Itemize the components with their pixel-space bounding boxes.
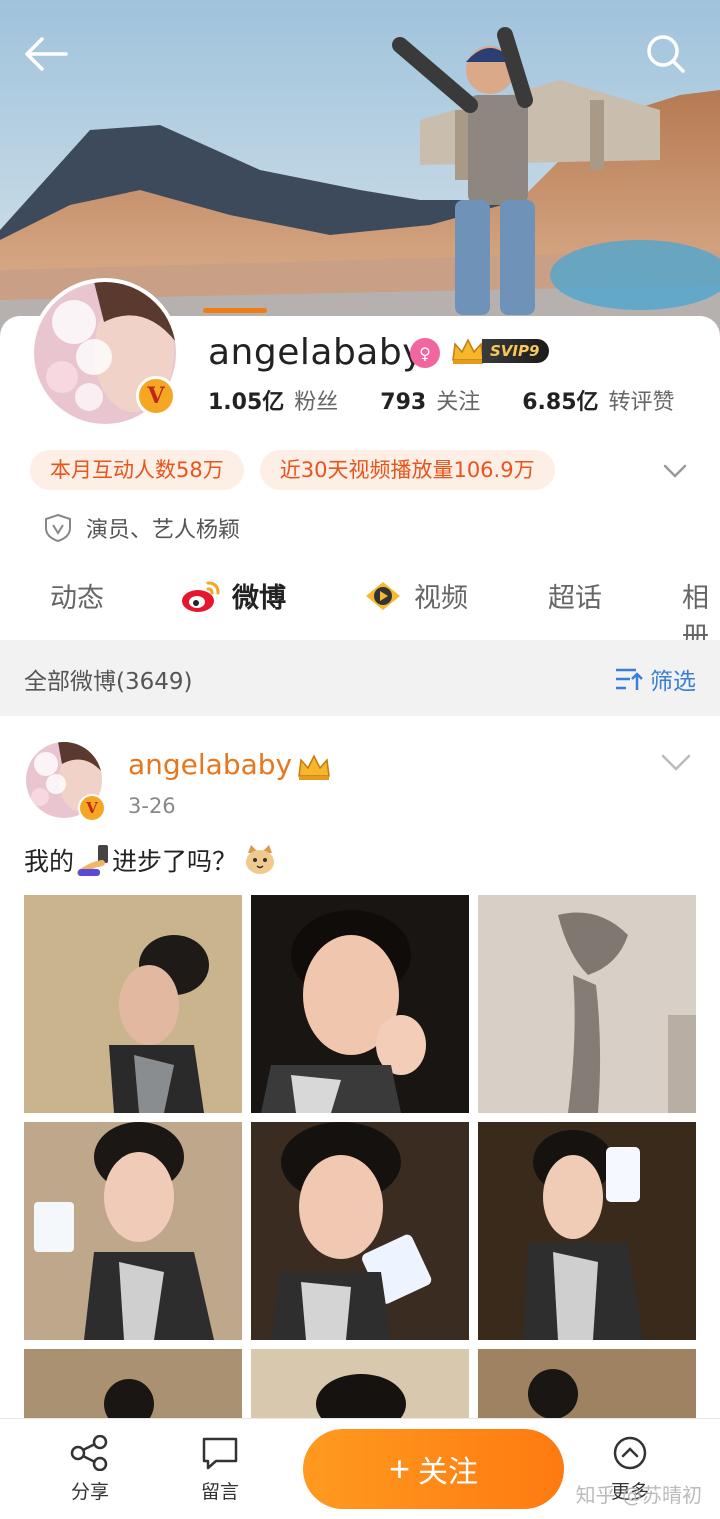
filter-label: 筛选 xyxy=(650,669,696,695)
weibo-logo-icon xyxy=(182,581,220,612)
post-text: 我的 进步了吗？ xyxy=(24,842,279,878)
crown-icon xyxy=(452,338,484,364)
chevron-up-circle-icon xyxy=(613,1436,647,1470)
svip-badge[interactable]: SVIP9 xyxy=(450,336,550,366)
tab-label: 动态 xyxy=(50,583,104,614)
profile-chips: 本月互动人数58万 近30天视频播放量106.9万 xyxy=(30,450,571,490)
plus-icon: + xyxy=(388,1448,411,1489)
post-photo[interactable] xyxy=(251,1349,469,1419)
weibo-count: 全部微博(3649) xyxy=(24,669,193,695)
chevron-down-icon xyxy=(663,464,687,478)
verification-info[interactable]: 演员、艺人杨颖 xyxy=(44,512,240,544)
tab-label: 视频 xyxy=(414,583,468,614)
post-options-button[interactable] xyxy=(660,752,692,778)
post-photo[interactable] xyxy=(478,1349,696,1419)
post-photo[interactable] xyxy=(24,895,242,1113)
post-photo[interactable] xyxy=(251,1122,469,1340)
tab-label: 超话 xyxy=(548,583,602,614)
watermark: 知乎 @苏晴初 xyxy=(575,1483,702,1507)
search-button[interactable] xyxy=(642,30,690,78)
share-icon xyxy=(70,1435,108,1471)
profile-tabs: 动态 微博 视频 超话 相册 xyxy=(0,568,720,653)
tab-label: 微博 xyxy=(232,583,286,614)
active-tab-indicator xyxy=(203,308,267,313)
stat-following[interactable]: 793 关注 xyxy=(380,384,480,416)
comment-button[interactable]: 留言 xyxy=(180,1435,260,1504)
stat-value: 793 xyxy=(380,390,427,415)
female-icon: ♀ xyxy=(410,338,440,368)
verified-badge: V xyxy=(136,376,176,416)
verification-text: 演员、艺人杨颖 xyxy=(86,518,241,543)
post-author-name[interactable]: angelababy xyxy=(128,748,292,781)
post-time: 3-26 xyxy=(128,794,176,818)
filter-bar: 全部微博(3649) 筛选 xyxy=(0,640,720,716)
arrow-left-icon xyxy=(25,37,68,71)
post-photo[interactable] xyxy=(478,895,696,1113)
post-photo[interactable] xyxy=(251,895,469,1113)
tab-weibo[interactable]: 微博 xyxy=(180,576,286,615)
profile-stats: 1.05亿 粉丝 793 关注 6.85亿 转评赞 xyxy=(208,384,717,416)
comment-label: 留言 xyxy=(200,1481,239,1503)
stat-interactions[interactable]: 6.85亿 转评赞 xyxy=(522,384,674,416)
chip-video-views[interactable]: 近30天视频播放量106.9万 xyxy=(259,450,555,490)
tab-supertopic[interactable]: 超话 xyxy=(548,576,602,615)
post-photo[interactable] xyxy=(478,1122,696,1340)
video-play-icon xyxy=(366,581,400,610)
post-photo[interactable] xyxy=(24,1349,242,1419)
chip-monthly-interactions[interactable]: 本月互动人数58万 xyxy=(30,450,244,490)
stat-label: 关注 xyxy=(436,390,481,415)
cat-emoji-icon xyxy=(246,845,275,874)
post-text-part: 我的 xyxy=(24,847,75,876)
selfie-emoji-icon xyxy=(77,845,109,876)
post-photo[interactable] xyxy=(24,1122,242,1340)
back-button[interactable] xyxy=(22,30,70,78)
profile-username: angelababy xyxy=(208,332,425,373)
share-label: 分享 xyxy=(70,1481,109,1503)
stat-label: 粉丝 xyxy=(294,390,339,415)
profile-card: V angelababy ♀ SVIP9 1.05亿 粉丝 793 关注 6.8… xyxy=(0,278,720,653)
search-icon xyxy=(647,35,685,73)
post-text-part: 进步了吗？ xyxy=(112,847,238,876)
follow-label: 关注 xyxy=(418,1456,479,1489)
stat-label: 转评赞 xyxy=(608,390,675,415)
message-icon xyxy=(202,1437,238,1470)
svip-label: SVIP9 xyxy=(482,339,550,363)
stat-value: 6.85亿 xyxy=(522,390,599,415)
tab-video[interactable]: 视频 xyxy=(362,576,468,615)
chevron-down-icon xyxy=(661,754,691,771)
stat-followers[interactable]: 1.05亿 粉丝 xyxy=(208,384,338,416)
filter-button[interactable]: 筛选 xyxy=(614,662,696,696)
bottom-action-bar: 分享 留言 + 关注 更多 知乎 @苏晴初 xyxy=(0,1418,720,1519)
stat-value: 1.05亿 xyxy=(208,390,285,415)
share-button[interactable]: 分享 xyxy=(50,1435,130,1504)
follow-button[interactable]: + 关注 xyxy=(303,1429,564,1509)
expand-button[interactable] xyxy=(660,456,690,486)
tab-feed[interactable]: 动态 xyxy=(50,576,104,615)
shield-icon xyxy=(45,513,71,543)
post-verified-badge: V xyxy=(78,794,106,822)
crown-icon xyxy=(298,754,330,780)
filter-icon xyxy=(616,668,643,690)
